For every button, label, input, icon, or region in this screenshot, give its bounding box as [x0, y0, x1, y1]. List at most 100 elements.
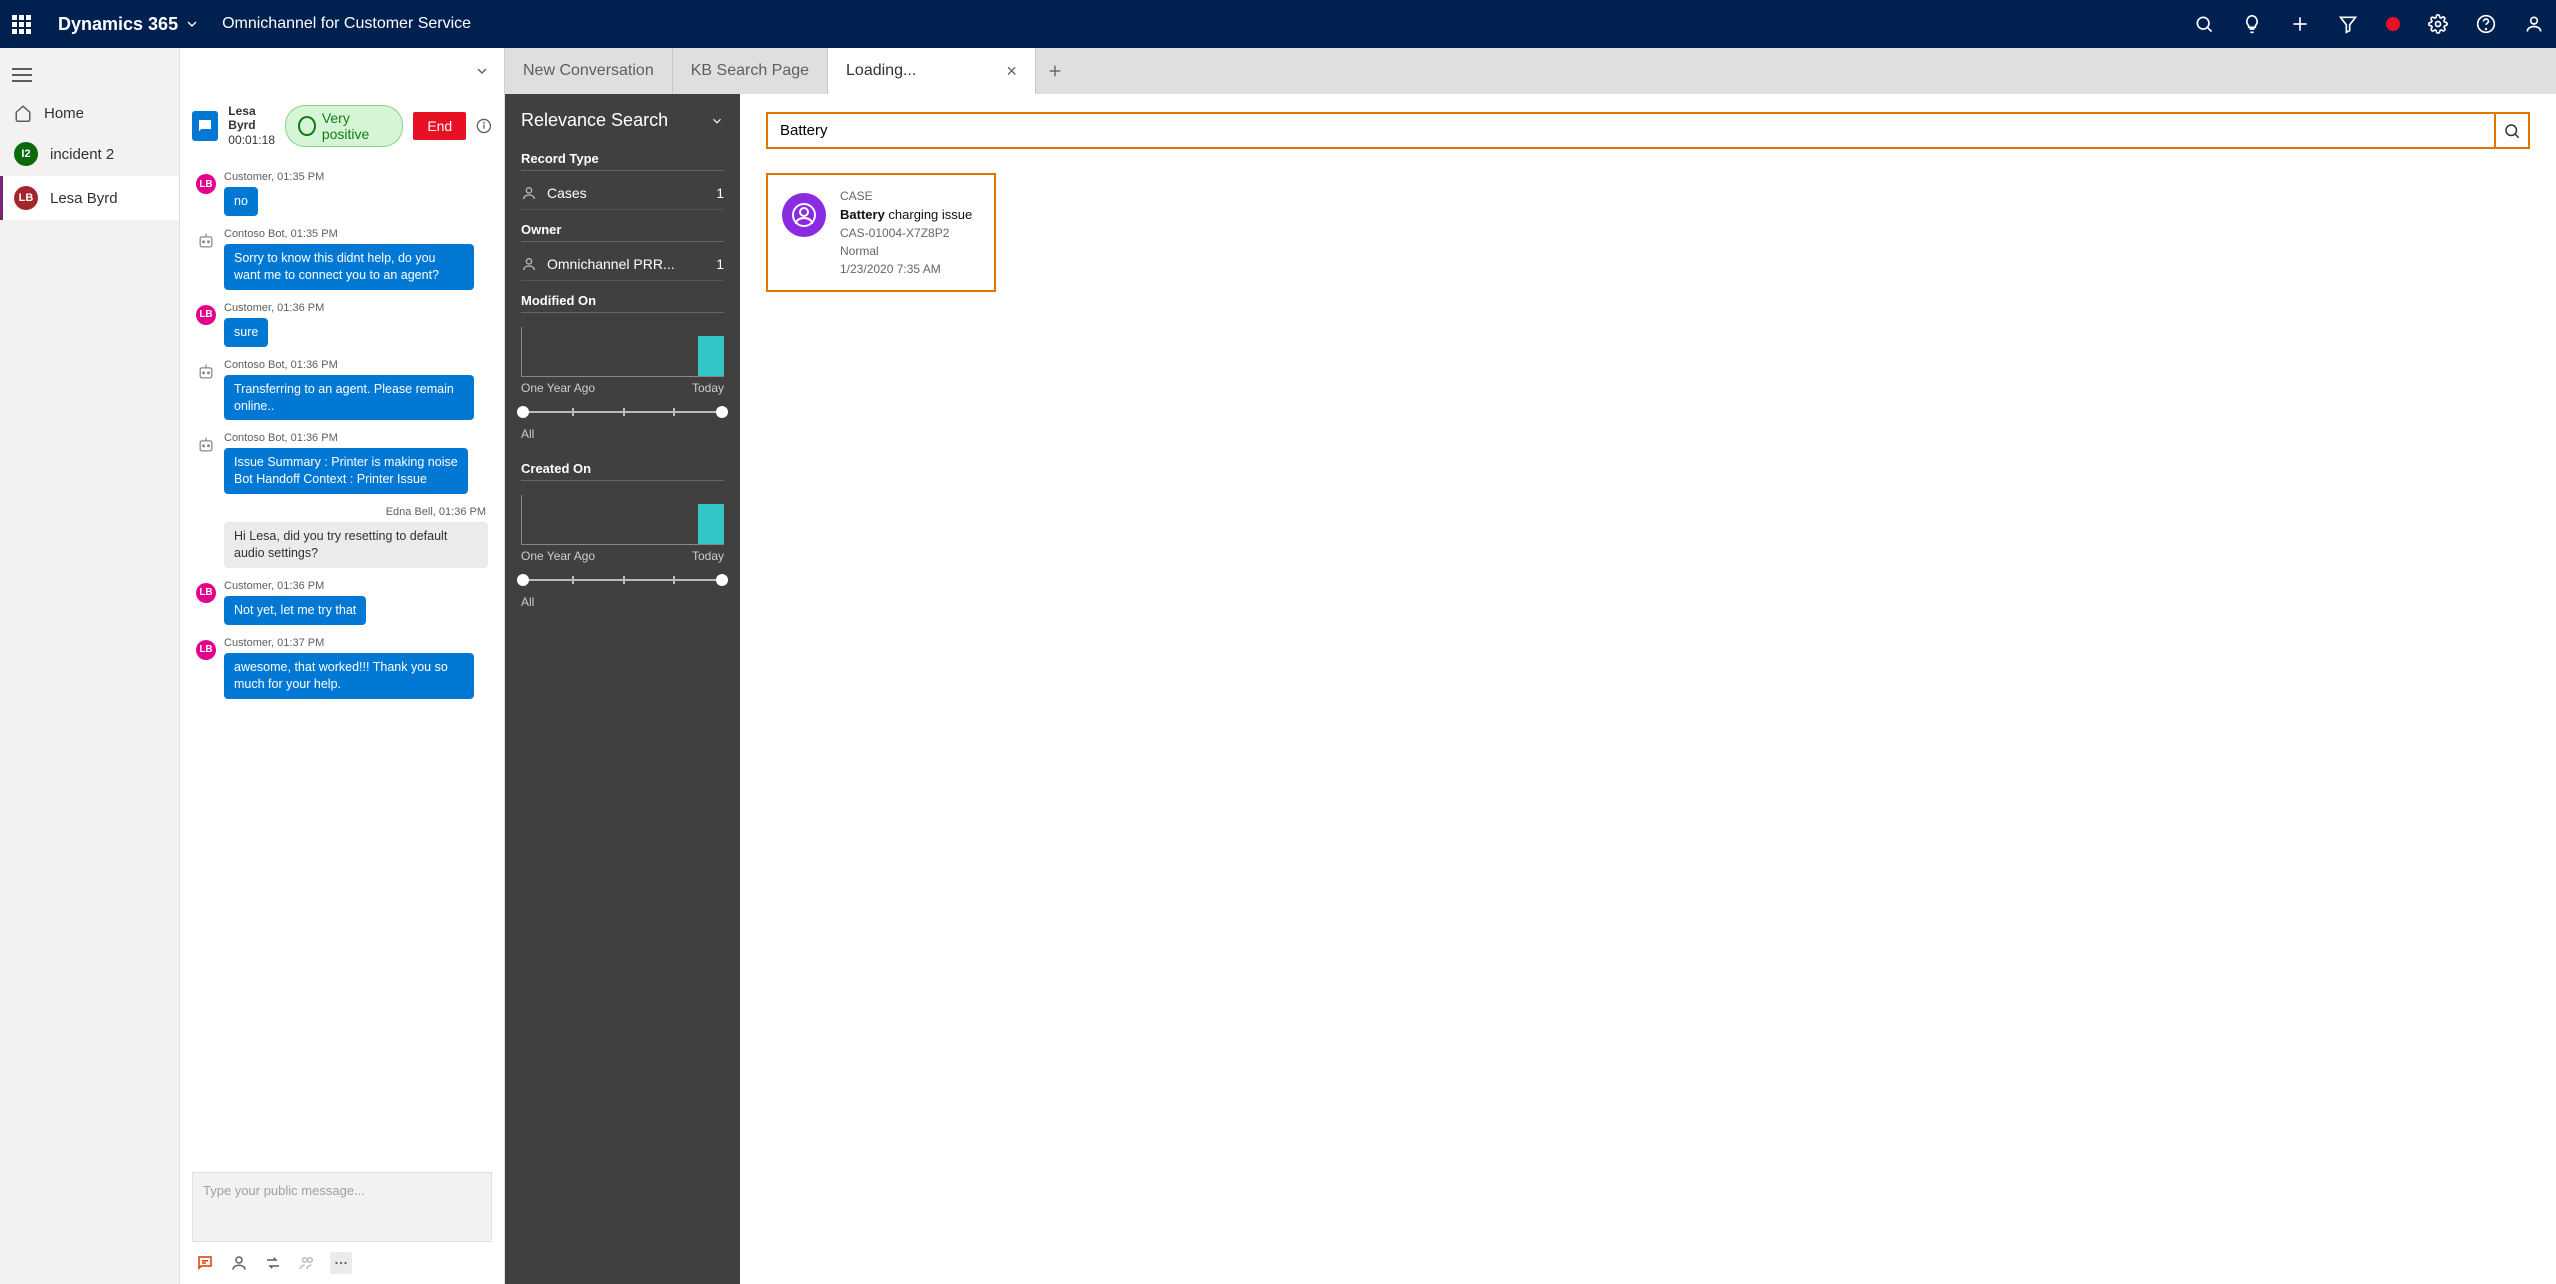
tab-label: New Conversation [523, 62, 654, 80]
message-row: LB Customer, 01:36 PM Not yet, let me tr… [196, 580, 488, 625]
modified-header: Modified On [521, 293, 724, 313]
chart-x-left: One Year Ago [521, 549, 595, 563]
left-nav: Home I2 incident 2 LB Lesa Byrd [0, 48, 180, 1284]
owner-header: Owner [521, 222, 724, 242]
chevron-down-icon [474, 63, 490, 79]
global-top-bar: Dynamics 365 Omnichannel for Customer Se… [0, 0, 2556, 48]
message-row: Contoso Bot, 01:36 PM Transferring to an… [196, 359, 488, 421]
created-header: Created On [521, 461, 724, 481]
message-bubble: no [224, 187, 258, 216]
sentiment-badge: Very positive [285, 105, 403, 147]
bot-avatar-icon [196, 435, 216, 455]
message-meta: Edna Bell, 01:36 PM [196, 506, 488, 518]
filter-cases[interactable]: Cases 1 [521, 177, 724, 210]
app-launcher-icon[interactable] [12, 15, 36, 34]
message-meta: Contoso Bot, 01:36 PM [224, 432, 468, 444]
tab-new-conversation[interactable]: New Conversation [505, 48, 673, 94]
notes-icon[interactable] [296, 1252, 318, 1274]
nav-lesa[interactable]: LB Lesa Byrd [0, 176, 179, 220]
filter-icon[interactable] [2338, 14, 2358, 34]
tab-label: KB Search Page [691, 62, 809, 80]
search-input[interactable] [766, 112, 2496, 149]
smiley-icon [298, 116, 316, 136]
result-date: 1/23/2020 7:35 AM [840, 262, 972, 276]
product-name[interactable]: Dynamics 365 [58, 14, 178, 35]
session-dropdown[interactable] [180, 48, 505, 94]
chevron-down-icon [710, 114, 724, 128]
message-bubble: sure [224, 318, 268, 347]
customer-avatar-icon: LB [196, 305, 216, 325]
presence-indicator-icon[interactable] [2386, 17, 2400, 31]
bot-avatar-icon [196, 231, 216, 251]
tab-loading[interactable]: Loading... × [828, 48, 1036, 94]
filter-cases-count: 1 [716, 185, 724, 201]
relevance-title-text: Relevance Search [521, 110, 668, 131]
customer-avatar-icon: LB [196, 640, 216, 660]
result-priority: Normal [840, 244, 972, 258]
chat-channel-icon [192, 111, 218, 141]
hamburger-icon[interactable] [0, 56, 179, 94]
profile-icon[interactable] [2524, 14, 2544, 34]
nav-lesa-label: Lesa Byrd [50, 190, 118, 207]
home-icon [14, 104, 32, 122]
created-on-chart [521, 495, 724, 545]
consult-icon[interactable] [228, 1252, 250, 1274]
chart-x-left: One Year Ago [521, 381, 595, 395]
more-icon[interactable] [330, 1252, 352, 1274]
message-meta: Customer, 01:36 PM [224, 580, 366, 592]
result-type: CASE [840, 189, 972, 203]
message-row: LB Customer, 01:35 PM no [196, 171, 488, 216]
search-result-card[interactable]: CASE Battery charging issue CAS-01004-X7… [766, 173, 996, 292]
message-input[interactable]: Type your public message... [192, 1172, 492, 1242]
tab-label: Loading... [846, 62, 916, 80]
gear-icon[interactable] [2428, 14, 2448, 34]
created-slider[interactable] [521, 571, 724, 591]
nav-incident[interactable]: I2 incident 2 [0, 132, 179, 176]
relevance-title[interactable]: Relevance Search [521, 110, 724, 131]
lightbulb-icon[interactable] [2242, 14, 2262, 34]
record-type-header: Record Type [521, 151, 724, 171]
customer-avatar-icon: LB [196, 174, 216, 194]
close-icon[interactable]: × [1006, 61, 1017, 82]
conversation-header: Lesa Byrd 00:01:18 Very positive End [180, 94, 504, 157]
transfer-icon[interactable] [262, 1252, 284, 1274]
message-bubble: Issue Summary : Printer is making noise … [224, 448, 468, 494]
result-id: CAS-01004-X7Z8P2 [840, 226, 972, 240]
search-icon[interactable] [2194, 14, 2214, 34]
search-button[interactable] [2496, 112, 2530, 149]
message-row: Edna Bell, 01:36 PM Hi Lesa, did you try… [196, 506, 488, 568]
conversation-transcript[interactable]: LB Customer, 01:35 PM no Contoso Bot, 01… [180, 157, 504, 1164]
conversation-panel: Lesa Byrd 00:01:18 Very positive End LB [180, 94, 505, 1284]
nav-home[interactable]: Home [0, 94, 179, 132]
message-row: LB Customer, 01:36 PM sure [196, 302, 488, 347]
incident-badge-icon: I2 [14, 142, 38, 166]
plus-icon [1047, 63, 1063, 79]
message-meta: Customer, 01:36 PM [224, 302, 324, 314]
case-avatar-icon [782, 193, 826, 237]
help-icon[interactable] [2476, 14, 2496, 34]
top-bar-actions [2194, 14, 2544, 34]
chart-x-right: Today [692, 549, 724, 563]
quick-reply-icon[interactable] [194, 1252, 216, 1274]
modified-on-chart [521, 327, 724, 377]
conversation-timer: 00:01:18 [228, 133, 275, 147]
chevron-down-icon[interactable] [184, 16, 200, 32]
modified-slider[interactable] [521, 403, 724, 423]
message-bubble: Sorry to know this didnt help, do you wa… [224, 244, 474, 290]
tab-kb-search[interactable]: KB Search Page [673, 48, 828, 94]
case-icon [521, 185, 537, 201]
plus-icon[interactable] [2290, 14, 2310, 34]
info-icon[interactable] [476, 117, 492, 135]
end-button[interactable]: End [413, 112, 466, 140]
chat-toolbar [180, 1242, 504, 1284]
filter-owner[interactable]: Omnichannel PRR... 1 [521, 248, 724, 281]
message-meta: Customer, 01:35 PM [224, 171, 324, 183]
message-bubble: Transferring to an agent. Please remain … [224, 375, 474, 421]
chart-x-right: Today [692, 381, 724, 395]
message-meta: Contoso Bot, 01:36 PM [224, 359, 474, 371]
search-results-panel: CASE Battery charging issue CAS-01004-X7… [740, 94, 2556, 1284]
message-meta: Contoso Bot, 01:35 PM [224, 228, 474, 240]
tab-row: New Conversation KB Search Page Loading.… [180, 48, 2556, 94]
add-tab-button[interactable] [1036, 48, 1074, 94]
filter-cases-label: Cases [547, 185, 587, 201]
